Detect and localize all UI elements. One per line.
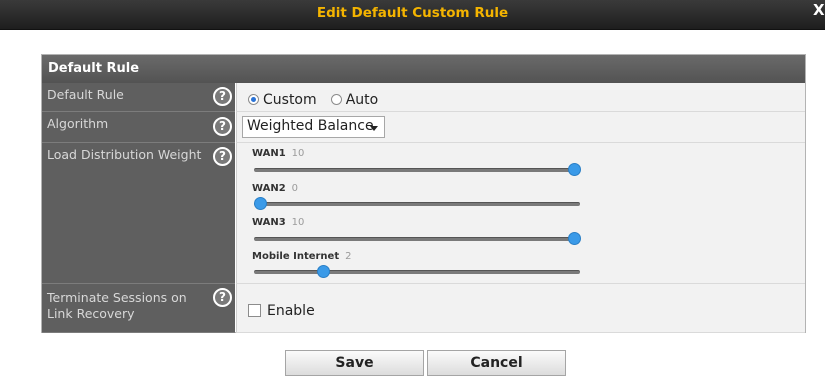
row-label: Default Rule ?	[42, 83, 235, 112]
wan1-slider[interactable]	[254, 163, 581, 176]
wan2-slider[interactable]	[254, 197, 580, 210]
wan1-label: WAN1 10	[252, 148, 304, 159]
wan3-slider[interactable]	[254, 232, 581, 245]
help-icon[interactable]: ?	[213, 117, 232, 136]
mobile-internet-label: Mobile Internet 2	[252, 251, 352, 262]
row-label: Terminate Sessions on Link Recovery ?	[42, 284, 235, 333]
radio-custom-label: Custom	[263, 92, 317, 108]
wan3-slider-handle[interactable]	[568, 232, 581, 245]
terminate-sessions-label: Terminate Sessions on Link Recovery	[47, 290, 187, 321]
load-distribution-label: Load Distribution Weight	[47, 147, 202, 162]
row-terminate-sessions: Terminate Sessions on Link Recovery ? En…	[42, 284, 805, 333]
dialog-titlebar: Edit Default Custom Rule X	[0, 0, 825, 30]
default-rule-panel: Default Rule Default Rule ? Custom Auto …	[41, 54, 806, 333]
dialog-title: Edit Default Custom Rule	[316, 5, 509, 21]
row-value: Enable	[236, 284, 805, 333]
wan2-slider-handle[interactable]	[254, 197, 267, 210]
algorithm-label: Algorithm	[47, 116, 109, 131]
chevron-down-icon	[370, 126, 378, 131]
radio-group: Custom Auto	[248, 89, 378, 108]
default-rule-label: Default Rule	[47, 87, 124, 102]
radio-custom[interactable]	[248, 94, 259, 105]
row-value: WAN1 10 WAN2 0 WAN3 10 Mobile Internet 2	[236, 143, 805, 284]
enable-checkbox-label: Enable	[267, 303, 315, 319]
wan1-name: WAN1	[252, 148, 286, 159]
enable-checkbox-group: Enable	[248, 300, 315, 319]
wan3-label: WAN3 10	[252, 217, 304, 228]
mobile-internet-slider[interactable]	[254, 265, 580, 278]
help-icon[interactable]: ?	[213, 288, 232, 307]
row-value: Weighted Balance	[236, 112, 805, 143]
wan2-label: WAN2 0	[252, 183, 298, 194]
radio-auto-label: Auto	[345, 92, 379, 108]
help-icon[interactable]: ?	[213, 147, 232, 166]
enable-checkbox[interactable]	[248, 304, 261, 317]
mobile-internet-value: 2	[345, 251, 352, 262]
wan1-value: 10	[291, 148, 305, 159]
wan3-value: 10	[291, 217, 305, 228]
radio-auto[interactable]	[330, 94, 342, 105]
algorithm-select[interactable]: Weighted Balance	[242, 116, 385, 138]
save-button[interactable]: Save	[285, 350, 424, 376]
wan2-value: 0	[291, 183, 299, 194]
row-load-distribution: Load Distribution Weight ? WAN1 10 WAN2 0 …	[42, 143, 805, 284]
close-icon[interactable]: X	[813, 1, 825, 19]
wan2-name: WAN2	[252, 183, 286, 194]
wan1-slider-handle[interactable]	[568, 163, 581, 176]
row-algorithm: Algorithm ? Weighted Balance	[42, 112, 805, 143]
algorithm-selected: Weighted Balance	[247, 118, 374, 134]
row-value: Custom Auto	[236, 83, 805, 112]
mobile-internet-slider-handle[interactable]	[316, 265, 330, 278]
cancel-button[interactable]: Cancel	[427, 350, 566, 376]
panel-header: Default Rule	[42, 55, 805, 83]
row-label: Algorithm ?	[42, 112, 235, 143]
row-label: Load Distribution Weight ?	[42, 143, 235, 284]
mobile-internet-name: Mobile Internet	[252, 251, 340, 262]
help-icon[interactable]: ?	[213, 87, 232, 106]
wan3-name: WAN3	[252, 217, 286, 228]
row-default-rule: Default Rule ? Custom Auto	[42, 83, 805, 112]
